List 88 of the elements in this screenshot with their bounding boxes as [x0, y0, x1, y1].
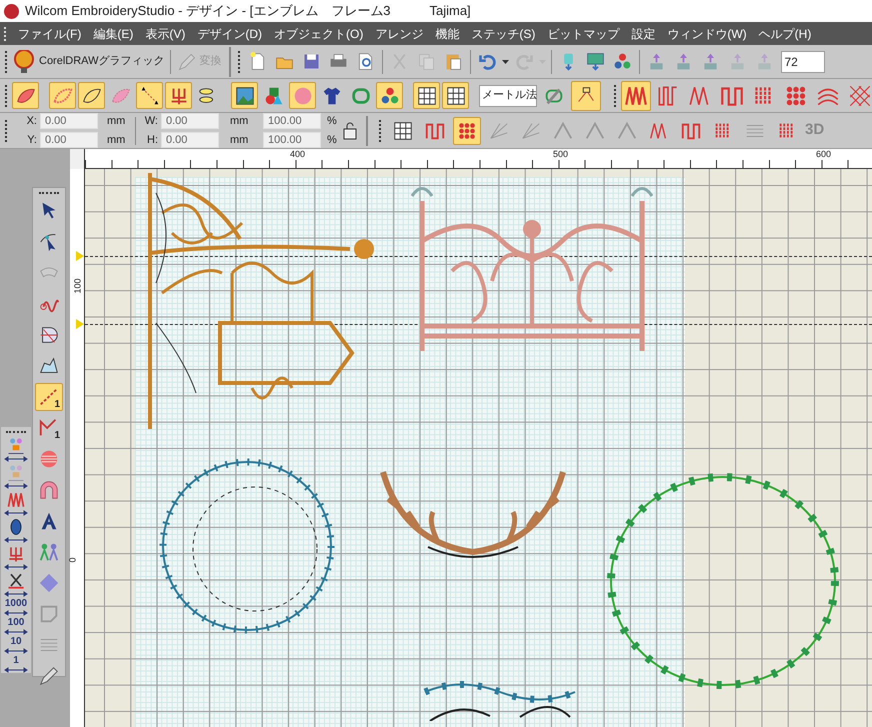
- people-icon: [38, 541, 60, 563]
- menu-item[interactable]: 設定: [631, 24, 656, 42]
- double-arrow-icon: [4, 510, 28, 516]
- grid-icon: [392, 120, 414, 142]
- side-tool-button[interactable]: [2, 490, 30, 516]
- menu-item[interactable]: デザイン(D): [197, 24, 262, 42]
- caret-icon: [502, 60, 509, 64]
- menu-item[interactable]: ステッチ(S): [471, 24, 536, 42]
- coreldraw-graphics-button[interactable]: CorelDRAWグラフィック: [11, 48, 166, 76]
- zoom-field[interactable]: 72: [780, 50, 824, 72]
- double-arrow-icon: [4, 591, 28, 597]
- unit-label: mm: [106, 132, 126, 148]
- peak-icon: [616, 120, 638, 142]
- double-arrow-icon: [4, 564, 28, 570]
- double-arrow-icon: [4, 629, 28, 635]
- unit-label: mm: [229, 132, 250, 148]
- double-arrow-icon: [4, 610, 28, 616]
- tool-button[interactable]: [413, 82, 440, 109]
- field-label: X:: [26, 114, 37, 129]
- tool-number: 1: [54, 400, 60, 410]
- double-arrow-icon: [4, 456, 28, 462]
- field-label: W:: [144, 114, 158, 129]
- stitch-count-button[interactable]: 10: [2, 636, 30, 654]
- field-label: H:: [146, 132, 158, 148]
- field-label: Y:: [26, 132, 37, 148]
- app-logo-icon: [4, 4, 19, 18]
- lock-icon: [342, 122, 358, 140]
- striped-ball-icon: [38, 448, 60, 470]
- ruler-corner[interactable]: [70, 149, 85, 169]
- stitch-count-button[interactable]: 1000: [2, 598, 30, 616]
- size-field[interactable]: 0.00: [161, 113, 219, 130]
- monitor-icon: [584, 51, 606, 72]
- stitch-count-button[interactable]: 1: [2, 655, 30, 673]
- menu-item[interactable]: オブジェクト(O): [274, 24, 364, 42]
- tool-button[interactable]: 1: [35, 383, 63, 411]
- menu-item[interactable]: アレンジ: [375, 24, 424, 42]
- window-title: Wilcom EmbroideryStudio - デザイン - [エンブレム フレーム3 Tajima]: [25, 2, 471, 20]
- ruler-label: 500: [553, 149, 568, 159]
- grid-icon: [416, 84, 438, 106]
- side-tool-button[interactable]: [2, 571, 30, 597]
- menu-item[interactable]: 表示(V): [145, 24, 186, 42]
- corner-shape-icon: [38, 603, 60, 625]
- tool-button[interactable]: [442, 82, 469, 109]
- menu-item[interactable]: ファイル(F): [18, 24, 82, 42]
- ruler-label: 100: [72, 278, 83, 294]
- menu-item[interactable]: ビットマップ: [547, 24, 620, 42]
- side-tool-button[interactable]: [2, 517, 30, 543]
- peak-icon: [584, 120, 606, 142]
- double-arrow-icon: [4, 483, 28, 489]
- flower-pot-icon: [6, 436, 26, 456]
- unit-label: %: [326, 132, 338, 148]
- pencil-icon: [176, 52, 196, 72]
- tool-button[interactable]: 1: [35, 414, 63, 442]
- scale-field[interactable]: 100.00: [263, 113, 321, 130]
- ruler-label: 600: [816, 149, 832, 159]
- menu-item[interactable]: ヘルプ(H): [758, 24, 812, 42]
- scale-field[interactable]: 100.00: [263, 132, 321, 148]
- ruler-label: 0: [68, 558, 78, 562]
- position-field[interactable]: 0.00: [40, 132, 98, 148]
- stitch-count-button[interactable]: 100: [2, 617, 30, 635]
- double-arrow-icon: [4, 648, 28, 654]
- tool-button[interactable]: [78, 82, 105, 109]
- pencil-icon: [38, 665, 60, 687]
- double-arrow-icon: [4, 667, 28, 673]
- unit-label: mm: [229, 114, 250, 129]
- grid-icon: [444, 84, 466, 106]
- menu-item[interactable]: 編集(E): [93, 24, 134, 42]
- ruler-label: 400: [290, 149, 306, 159]
- units-dropdown[interactable]: メートル法: [479, 84, 537, 106]
- tool-number: 1: [54, 431, 60, 441]
- unit-label: mm: [106, 114, 126, 129]
- menu-item[interactable]: 機能: [435, 24, 460, 42]
- menu-item[interactable]: ウィンドウ(W): [667, 24, 747, 42]
- zigzag-icon: [6, 490, 26, 510]
- balloon-icon: [13, 50, 35, 74]
- double-arrow-icon: [4, 537, 28, 543]
- size-field[interactable]: 0.00: [161, 132, 219, 148]
- tool-button[interactable]: [231, 82, 258, 109]
- scissors-icon: [6, 571, 26, 591]
- flower-pot-icon: [6, 463, 26, 483]
- side-tool-button[interactable]: [2, 436, 30, 462]
- peak-icon: [552, 120, 574, 142]
- diamond-icon: [38, 572, 60, 594]
- unit-label: %: [326, 114, 338, 129]
- position-field[interactable]: 0.00: [40, 113, 98, 130]
- horseshoe-icon: [38, 479, 60, 501]
- cut-shape-icon: [38, 324, 60, 346]
- picture-icon: [234, 84, 256, 106]
